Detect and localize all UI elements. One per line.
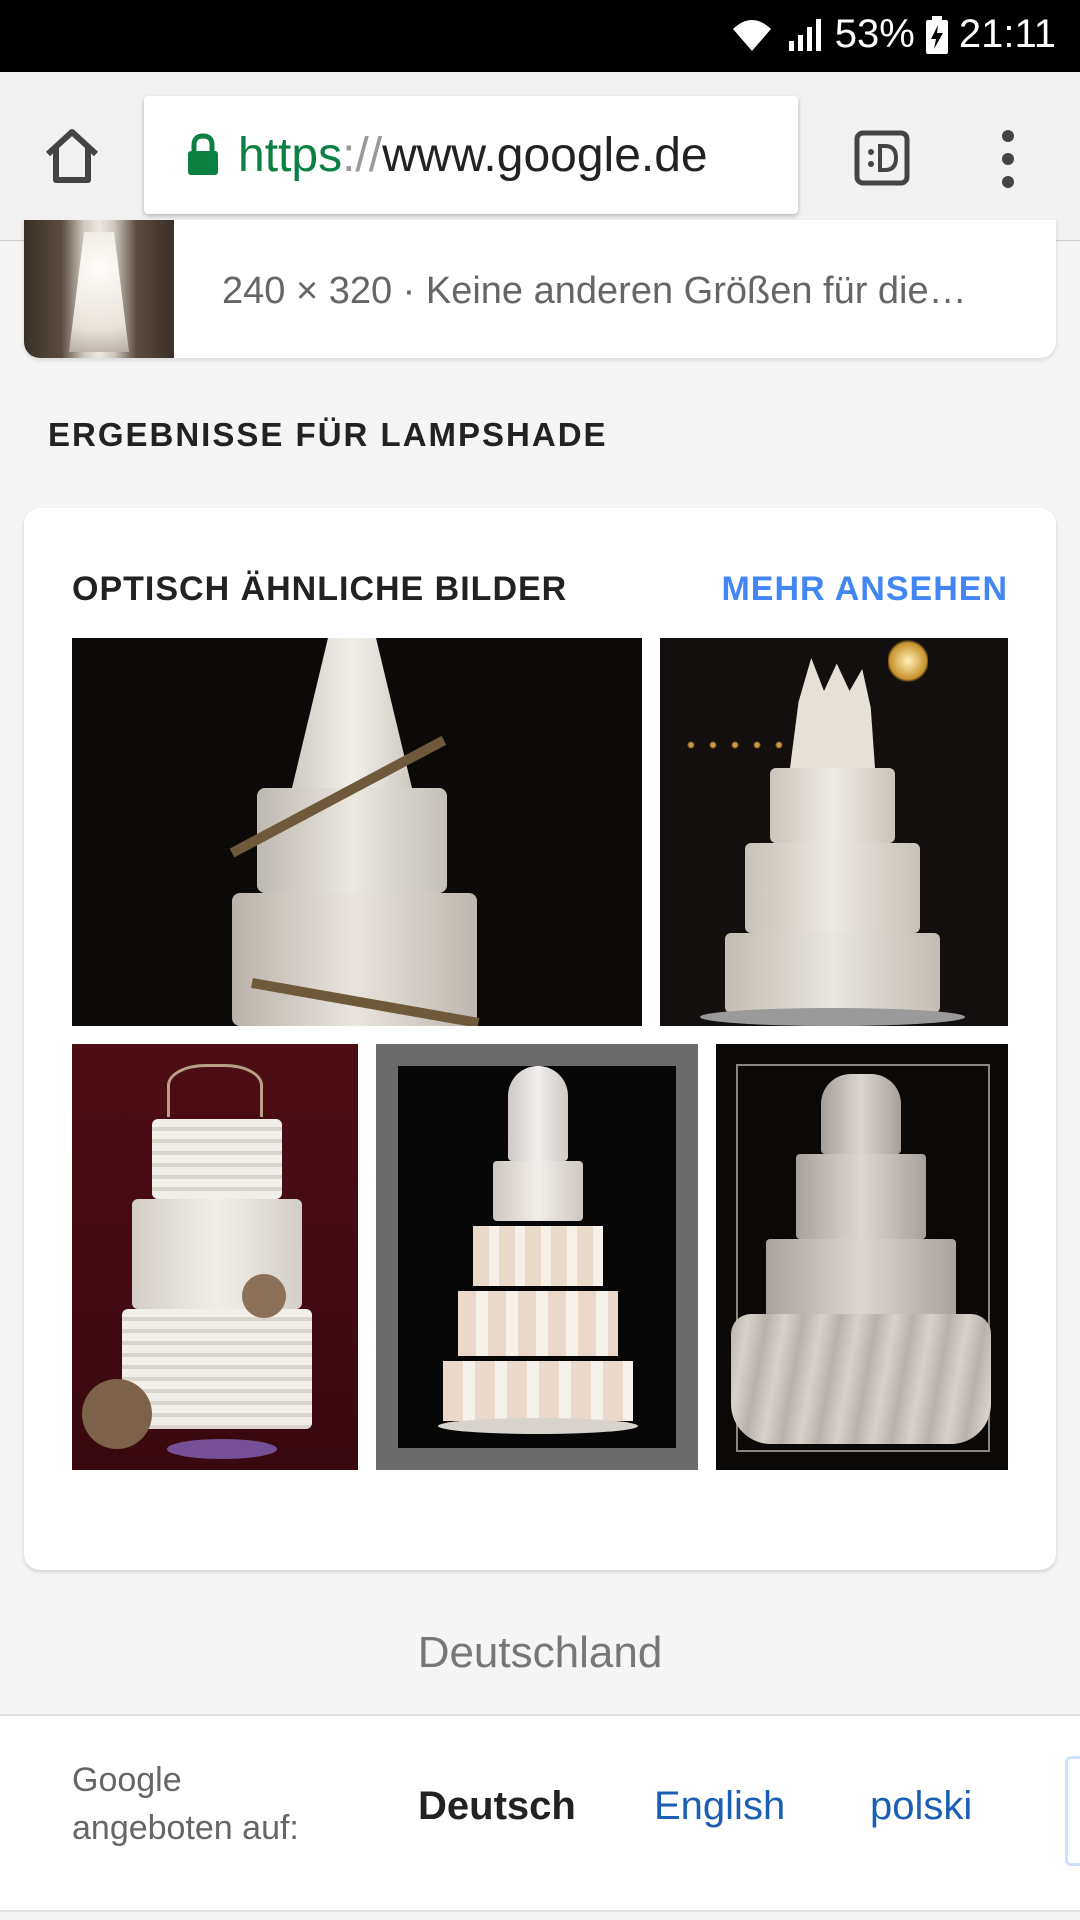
country-label: Deutschland	[417, 1628, 663, 1677]
desktop-site-icon[interactable]	[854, 130, 910, 186]
page-content: 240 × 320 · Keine anderen Größen für die…	[0, 220, 1080, 1920]
overflow-menu-icon[interactable]	[996, 128, 1020, 190]
home-icon[interactable]	[40, 124, 104, 188]
scroll-edge-indicator	[1065, 1756, 1080, 1866]
image-size-info: 240 × 320 · Keine anderen Größen für die…	[222, 270, 967, 312]
signal-icon	[788, 18, 821, 51]
cake-image-2[interactable]	[660, 638, 1008, 1026]
cake-image-5[interactable]	[716, 1044, 1008, 1470]
url-text: https://www.google.de	[238, 128, 708, 183]
language-deutsch: Deutsch	[418, 1784, 576, 1828]
battery-charging-icon	[925, 15, 948, 54]
url-host: www.google.de	[382, 128, 708, 182]
url-separator: ://	[342, 128, 383, 182]
cake-image-1[interactable]	[72, 638, 642, 1026]
offered-in-label: Google angeboten auf:	[72, 1761, 299, 1847]
status-bar: 53% 21:11	[0, 0, 1080, 72]
lampshade-shape	[69, 232, 129, 352]
url-scheme: https	[238, 128, 343, 182]
similar-images-card: OPTISCH ÄHNLICHE BILDER MEHR ANSEHEN	[24, 508, 1056, 1570]
language-polski-link[interactable]: polski	[870, 1784, 972, 1829]
cake-image-3[interactable]	[72, 1044, 358, 1470]
language-footer: Google angeboten auf: Deutsch English po…	[0, 1714, 1080, 1912]
lampshade-thumbnail[interactable]	[24, 220, 174, 358]
see-more-link[interactable]: MEHR ANSEHEN	[721, 570, 1008, 609]
clock: 21:11	[958, 12, 1056, 56]
browser-toolbar: https://www.google.de	[0, 72, 1080, 241]
cake-image-4[interactable]	[376, 1044, 698, 1470]
lock-icon	[188, 133, 218, 175]
wifi-icon	[732, 19, 771, 51]
results-heading: ERGEBNISSE FÜR LAMPSHADE	[48, 416, 608, 453]
battery-percent: 53%	[834, 12, 915, 56]
status-icons: 53% 21:11	[729, 12, 1056, 57]
similar-images-title: OPTISCH ÄHNLICHE BILDER	[72, 570, 568, 608]
url-bar[interactable]: https://www.google.de	[144, 96, 798, 214]
result-card[interactable]: 240 × 320 · Keine anderen Größen für die…	[24, 220, 1056, 358]
language-english-link[interactable]: English	[654, 1784, 785, 1829]
